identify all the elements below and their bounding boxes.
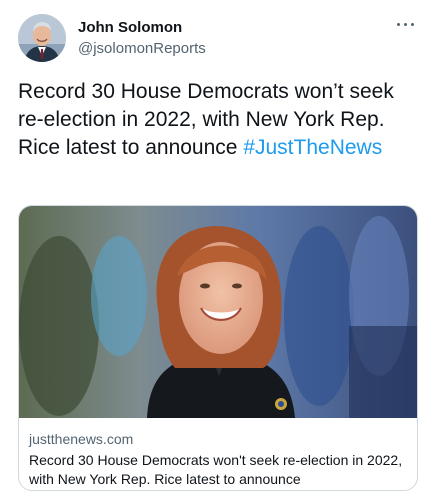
author-names: John Solomon @jsolomonReports <box>78 18 206 59</box>
hashtag-link[interactable]: #JustTheNews <box>243 136 382 159</box>
link-card[interactable]: justthenews.com Record 30 House Democrat… <box>18 205 418 491</box>
link-card-title[interactable]: Record 30 House Democrats won't seek re-… <box>29 451 413 489</box>
tweet-text: Record 30 House Democrats won’t seek re-… <box>18 78 422 162</box>
link-card-meta: justthenews.com Record 30 House Democrat… <box>29 430 413 489</box>
tweet[interactable]: John Solomon @jsolomonReports Record 30 … <box>0 0 436 500</box>
more-options-icon[interactable] <box>396 18 416 32</box>
tweet-header: John Solomon @jsolomonReports <box>18 14 418 66</box>
link-card-domain: justthenews.com <box>29 431 134 447</box>
author-handle[interactable]: @jsolomonReports <box>78 39 206 59</box>
author-display-name[interactable]: John Solomon <box>78 18 206 37</box>
avatar[interactable] <box>18 14 66 62</box>
news-photo-image[interactable] <box>19 206 417 418</box>
person-avatar-icon <box>18 14 66 62</box>
